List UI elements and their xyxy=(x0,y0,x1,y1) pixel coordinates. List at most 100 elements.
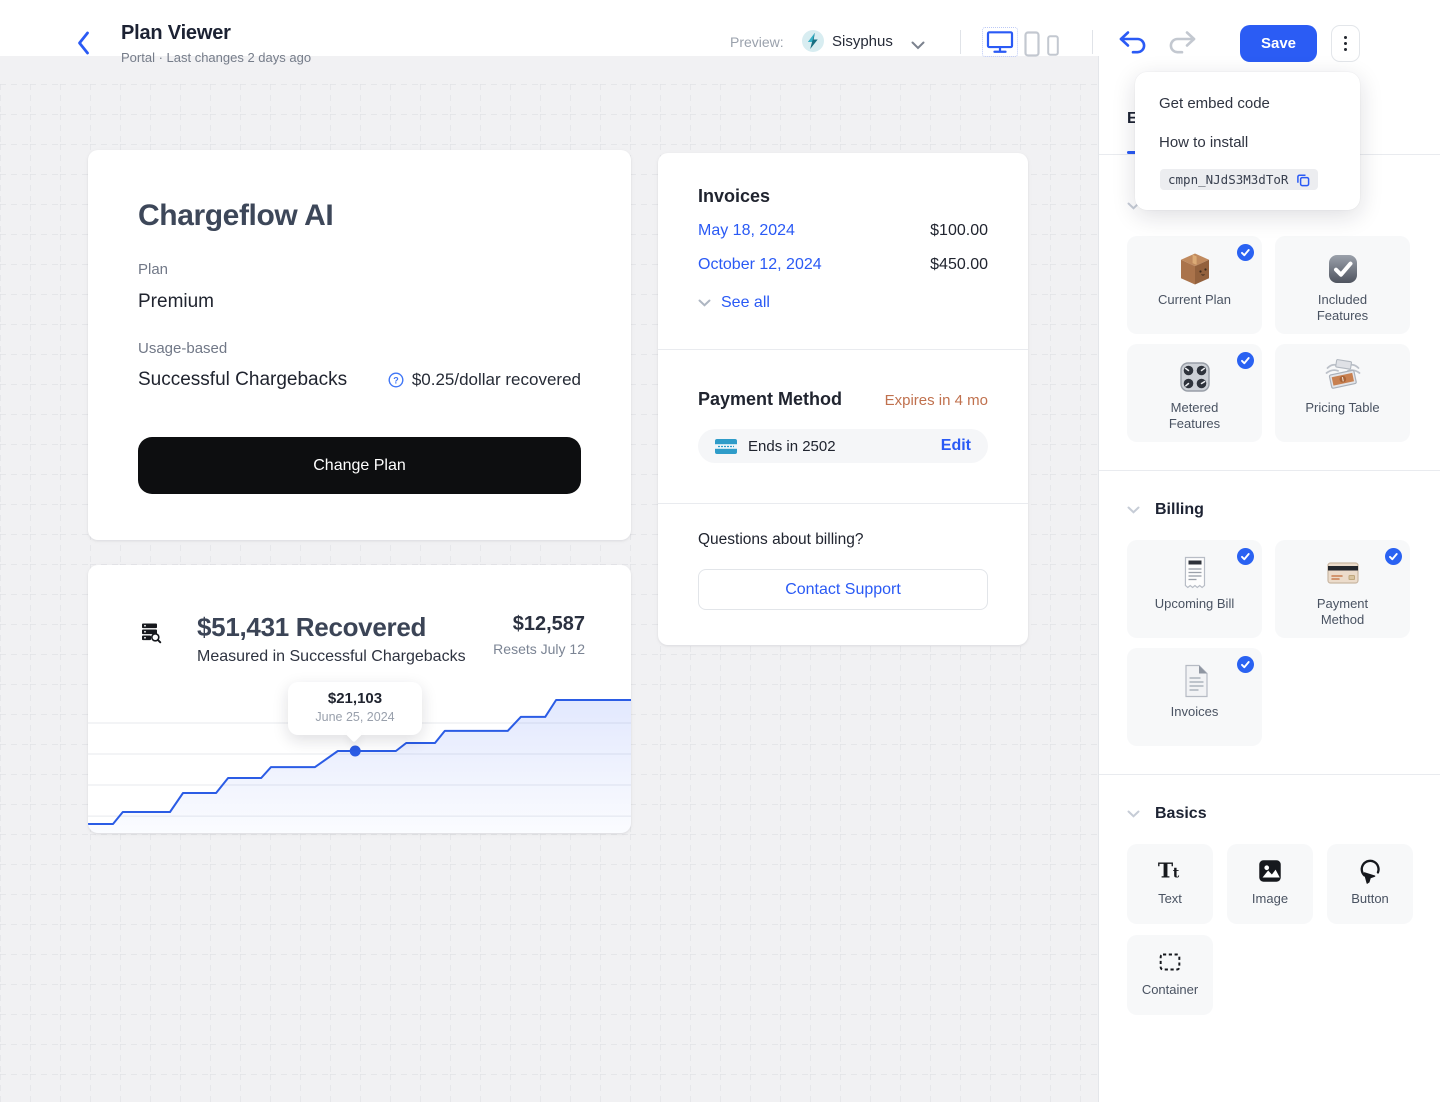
toolbar-divider xyxy=(960,30,961,54)
package-icon xyxy=(1175,249,1215,289)
see-all-link[interactable]: See all xyxy=(698,294,988,312)
component-id: cmpn_NJdS3M3dToR xyxy=(1168,172,1288,187)
sisyphus-logo-icon xyxy=(802,30,824,52)
element-card-button[interactable]: Button xyxy=(1327,844,1413,924)
usage-chart-card[interactable]: $51,431 Recovered Measured in Successful… xyxy=(88,565,631,833)
element-card-payment-method[interactable]: Payment Method xyxy=(1275,540,1410,638)
element-card-label: Container xyxy=(1142,982,1198,998)
selected-check-badge xyxy=(1237,244,1254,261)
element-card-included-features[interactable]: Included Features xyxy=(1275,236,1410,334)
back-button[interactable] xyxy=(74,29,96,57)
selected-check-badge xyxy=(1237,656,1254,673)
database-search-icon xyxy=(140,622,162,644)
tooltip-value: $21,103 xyxy=(288,690,422,707)
selected-check-badge xyxy=(1385,548,1402,565)
element-card-metered-features[interactable]: Metered Features xyxy=(1127,344,1262,442)
reset-amount: $12,587 xyxy=(493,612,585,636)
merchant-name: Chargeflow AI xyxy=(138,198,581,234)
desktop-preview-button[interactable] xyxy=(982,27,1018,57)
section-title: Billing xyxy=(1155,501,1204,519)
invoice-date-link[interactable]: May 18, 2024 xyxy=(698,222,795,240)
button-icon xyxy=(1356,857,1384,885)
section-divider xyxy=(1099,470,1440,471)
element-card-label: Payment Method xyxy=(1301,596,1385,628)
invoice-date-link[interactable]: October 12, 2024 xyxy=(698,256,822,274)
chevron-left-icon xyxy=(74,29,94,57)
component-id-chip[interactable]: cmpn_NJdS3M3dToR xyxy=(1160,169,1318,190)
invoice-list: May 18, 2024 $100.00 October 12, 2024 $450.… xyxy=(698,222,988,274)
preview-account-selector[interactable]: Sisyphus xyxy=(832,33,893,50)
section-header-billing[interactable]: Billing xyxy=(1127,501,1412,519)
recovered-total: $51,431 Recovered xyxy=(197,612,466,642)
chevron-down-icon xyxy=(1127,805,1140,823)
undo-icon xyxy=(1117,29,1151,56)
current-plan-card[interactable]: Chargeflow AI Plan Premium Usage-based S… xyxy=(88,150,631,540)
invoice-amount: $450.00 xyxy=(930,256,988,274)
mobile-preview-button[interactable] xyxy=(1047,35,1059,56)
elements-sidebar: Elements EntitlementsCurrent PlanInclude… xyxy=(1098,56,1440,1102)
overflow-dropdown-menu: Get embed codeHow to install cmpn_NJdS3M… xyxy=(1135,72,1360,210)
menu-item-how-to-install[interactable]: How to install xyxy=(1135,123,1360,162)
change-plan-button[interactable]: Change Plan xyxy=(138,437,581,494)
section-header-basics[interactable]: Basics xyxy=(1127,805,1412,823)
element-card-upcoming-bill[interactable]: Upcoming Bill xyxy=(1127,540,1262,638)
element-card-pricing-table[interactable]: Pricing Table xyxy=(1275,344,1410,442)
desktop-icon xyxy=(986,30,1014,54)
usage-label: Usage-based xyxy=(138,341,581,356)
contact-support-button[interactable]: Contact Support xyxy=(698,569,988,610)
element-grid-entitlements: Current Plan Included Features Metered Fea… xyxy=(1127,236,1412,442)
section-title: Basics xyxy=(1155,805,1207,823)
plan-value: Premium xyxy=(138,291,581,313)
element-card-image[interactable]: Image xyxy=(1227,844,1313,924)
element-card-container[interactable]: Container xyxy=(1127,935,1213,1015)
preview-label: Preview: xyxy=(730,34,784,50)
selected-check-badge xyxy=(1237,548,1254,565)
toolbar-divider xyxy=(1092,30,1093,54)
element-card-label: Upcoming Bill xyxy=(1155,596,1234,612)
element-card-label: Included Features xyxy=(1301,292,1385,324)
image-icon xyxy=(1256,857,1284,885)
invoice-amount: $100.00 xyxy=(930,222,988,240)
element-card-label: Invoices xyxy=(1171,704,1219,720)
expiry-warning: Expires in 4 mo xyxy=(885,392,988,409)
save-button[interactable]: Save xyxy=(1240,25,1317,62)
element-card-label: Text xyxy=(1158,891,1182,907)
section-divider xyxy=(1099,774,1440,775)
recovered-caption: Measured in Successful Chargebacks xyxy=(197,648,466,666)
invoice-row: October 12, 2024 $450.00 xyxy=(698,256,988,274)
invoice-row: May 18, 2024 $100.00 xyxy=(698,222,988,240)
usage-metric: Successful Chargebacks xyxy=(138,368,347,391)
svg-text:t: t xyxy=(1173,866,1180,882)
credit-card-icon xyxy=(1323,553,1363,593)
text-icon: Tt xyxy=(1156,857,1184,885)
chart-tooltip: $21,103 June 25, 2024 xyxy=(288,682,422,735)
element-card-text[interactable]: Tt Text xyxy=(1127,844,1213,924)
invoices-title: Invoices xyxy=(698,153,988,206)
payment-method-title: Payment Method xyxy=(698,389,842,410)
overflow-menu-button[interactable] xyxy=(1331,25,1360,62)
element-card-invoices[interactable]: Invoices xyxy=(1127,648,1262,746)
control-knobs-icon xyxy=(1175,357,1215,397)
billing-question-text: Questions about billing? xyxy=(698,504,988,549)
page-title: Plan Viewer xyxy=(121,22,231,45)
menu-item-get-embed-code[interactable]: Get embed code xyxy=(1135,84,1360,123)
redo-button[interactable] xyxy=(1164,29,1198,57)
chevron-down-icon[interactable] xyxy=(911,37,925,46)
tablet-icon xyxy=(1024,31,1040,57)
copy-icon[interactable] xyxy=(1296,173,1310,187)
reset-caption: Resets July 12 xyxy=(493,641,585,657)
chevron-down-icon xyxy=(698,299,711,307)
billing-summary-card[interactable]: Invoices May 18, 2024 $100.00 October 12, … xyxy=(658,153,1028,645)
card-ends-in: Ends in 2502 xyxy=(748,438,836,455)
highlighted-data-point[interactable] xyxy=(350,746,361,757)
help-circle-icon[interactable]: ? xyxy=(388,372,404,388)
tablet-preview-button[interactable] xyxy=(1024,31,1040,57)
element-card-label: Button xyxy=(1351,891,1389,907)
top-bar: Plan Viewer Portal · Last changes 2 days… xyxy=(0,0,1440,56)
element-card-current-plan[interactable]: Current Plan xyxy=(1127,236,1262,334)
element-card-label: Metered Features xyxy=(1153,400,1237,432)
mobile-icon xyxy=(1047,35,1059,56)
check-square-icon xyxy=(1323,249,1363,289)
undo-button[interactable] xyxy=(1117,29,1151,57)
edit-payment-link[interactable]: Edit xyxy=(941,437,971,455)
